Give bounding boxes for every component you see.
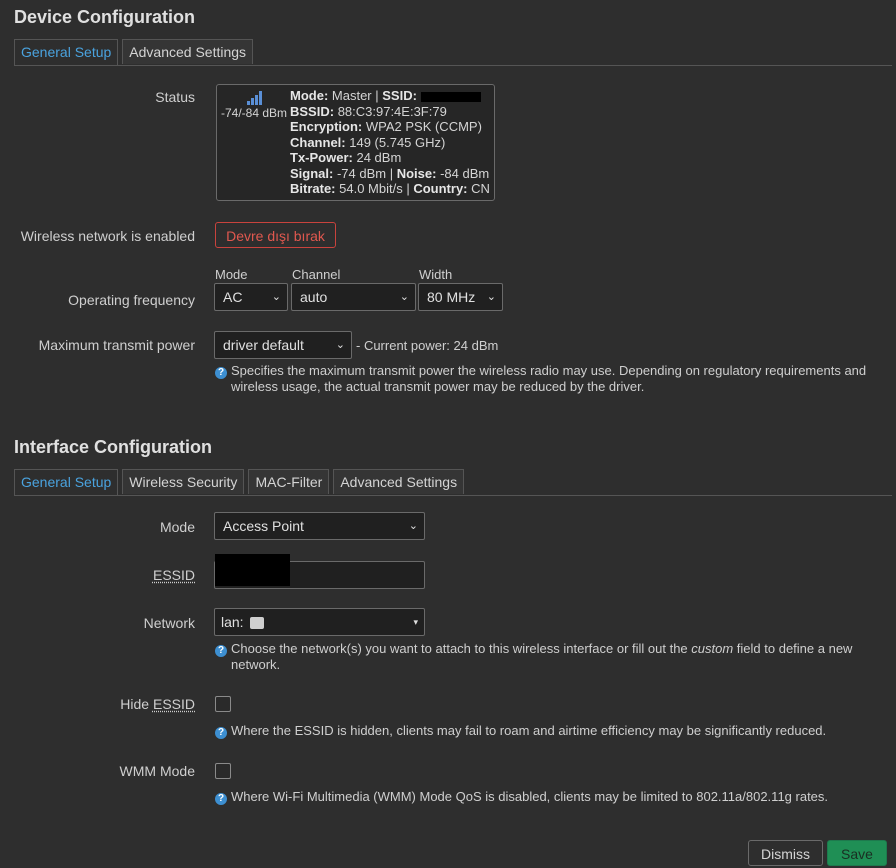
- wmm-help: ? Where Wi-Fi Multimedia (WMM) Mode QoS i…: [215, 789, 828, 805]
- wmm-mode-label: WMM Mode: [119, 763, 195, 779]
- interface-config-title: Interface Configuration: [14, 437, 213, 457]
- hide-essid-label: Hide ESSID: [120, 696, 195, 712]
- iface-mode-select[interactable]: Access Point ⌄: [214, 512, 425, 540]
- tab-advanced-settings[interactable]: Advanced Settings: [122, 39, 254, 64]
- operating-frequency-label: Operating frequency: [68, 292, 195, 308]
- device-tabs: General Setup Advanced Settings: [14, 39, 892, 66]
- chevron-down-icon: ⌄: [335, 339, 345, 351]
- signal-bars-icon: [247, 91, 263, 105]
- chevron-down-icon: ⌄: [271, 291, 281, 303]
- status-label: Status: [155, 89, 195, 105]
- interface-tabs: General Setup Wireless Security MAC-Filt…: [14, 469, 892, 496]
- network-label: Network: [143, 615, 195, 631]
- wireless-enabled-label: Wireless network is enabled: [20, 228, 195, 244]
- mode-sublabel: Mode: [215, 267, 248, 282]
- current-power-text: - Current power: 24 dBm: [356, 338, 499, 353]
- network-select[interactable]: lan: ▾: [214, 608, 425, 636]
- tab-iface-advanced-settings[interactable]: Advanced Settings: [333, 469, 465, 494]
- tab-mac-filter[interactable]: MAC-Filter: [248, 469, 330, 494]
- width-select[interactable]: 80 MHz ⌄: [418, 283, 503, 311]
- txpower-label: Maximum transmit power: [38, 337, 195, 353]
- hide-essid-help: ? Where the ESSID is hidden, clients may …: [215, 723, 826, 739]
- width-sublabel: Width: [419, 267, 453, 282]
- disable-button[interactable]: Devre dışı bırak: [215, 222, 336, 248]
- iface-mode-label: Mode: [159, 519, 195, 535]
- network-ports-icon: [250, 617, 265, 630]
- chevron-down-icon: ⌄: [408, 520, 418, 532]
- tab-wireless-security[interactable]: Wireless Security: [122, 469, 245, 494]
- chevron-down-icon: ⌄: [399, 291, 409, 303]
- network-help: ? Choose the network(s) you want to attac…: [215, 641, 852, 672]
- save-button[interactable]: Save: [827, 840, 887, 866]
- channel-sublabel: Channel: [292, 267, 341, 282]
- tab-general-setup[interactable]: General Setup: [14, 39, 119, 65]
- hide-essid-checkbox[interactable]: [215, 696, 231, 712]
- status-details: Mode: Master | SSID: BSSID: 88:C3:97:4E:…: [290, 88, 490, 196]
- help-circle-icon: ?: [215, 793, 227, 805]
- wmm-mode-checkbox[interactable]: [215, 763, 231, 779]
- channel-select[interactable]: auto ⌄: [291, 283, 416, 311]
- dismiss-button[interactable]: Dismiss: [748, 840, 823, 866]
- help-circle-icon: ?: [215, 367, 227, 379]
- tab-iface-general-setup[interactable]: General Setup: [14, 469, 119, 495]
- help-circle-icon: ?: [215, 645, 227, 657]
- ssid-redacted: [420, 91, 481, 102]
- essid-redacted: [215, 554, 290, 586]
- mode-select[interactable]: AC ⌄: [214, 283, 288, 311]
- txpower-help: ? Specifies the maximum transmit power th…: [215, 363, 866, 394]
- help-circle-icon: ?: [215, 727, 227, 739]
- status-box: -74/-84 dBm Mode: Master | SSID: BSSID: …: [216, 84, 495, 201]
- essid-label: ESSID: [152, 567, 195, 583]
- txpower-select[interactable]: driver default ⌄: [214, 331, 352, 359]
- signal-dbm: -74/-84 dBm: [221, 106, 288, 120]
- device-config-title: Device Configuration: [14, 7, 196, 27]
- chevron-down-icon: ⌄: [486, 291, 496, 303]
- chevron-down-icon: ▾: [413, 617, 418, 627]
